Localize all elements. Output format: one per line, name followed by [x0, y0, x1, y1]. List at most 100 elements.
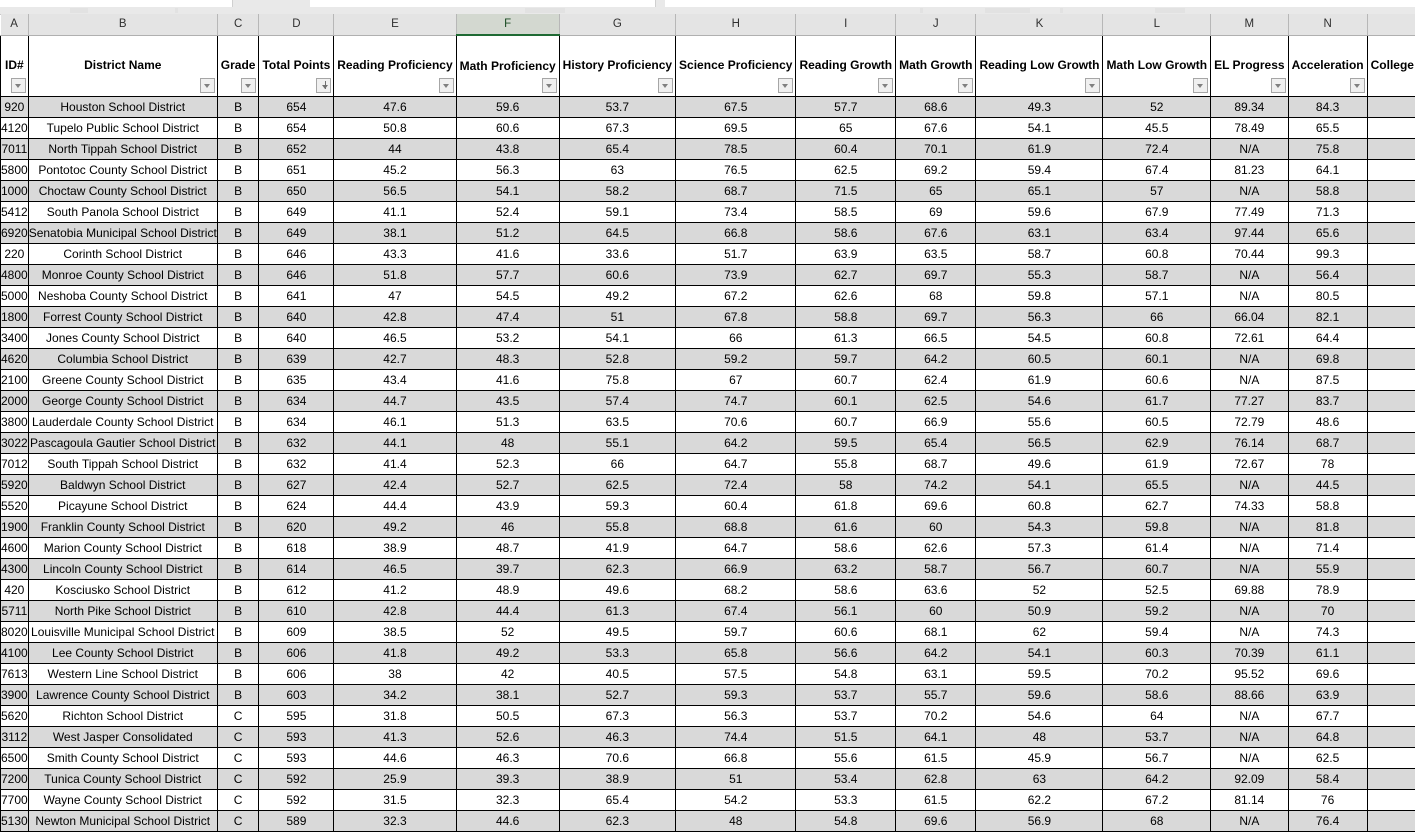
cell-e[interactable]: 43.4 [334, 370, 456, 391]
cell-j[interactable]: 58.7 [896, 559, 976, 580]
cell-j[interactable]: 62.5 [896, 391, 976, 412]
cell-e[interactable]: 44 [334, 139, 456, 160]
cell-d[interactable]: 646 [259, 244, 334, 265]
cell-b[interactable]: West Jasper Consolidated [28, 727, 217, 748]
cell-f[interactable]: 39.7 [456, 559, 559, 580]
cell-f[interactable]: 52.6 [456, 727, 559, 748]
cell-d[interactable]: 593 [259, 727, 334, 748]
cell-d[interactable]: 640 [259, 328, 334, 349]
cell-o[interactable]: 34.4 [1367, 202, 1415, 223]
cell-j[interactable]: 68.6 [896, 97, 976, 118]
cell-c[interactable]: B [217, 244, 259, 265]
cell-k[interactable]: 54.5 [976, 328, 1103, 349]
cell-b[interactable]: Franklin County School District [28, 517, 217, 538]
cell-n[interactable]: 78 [1288, 454, 1367, 475]
cell-m[interactable]: 74.33 [1211, 496, 1288, 517]
cell-j[interactable]: 63.1 [896, 664, 976, 685]
cell-f[interactable]: 54.1 [456, 181, 559, 202]
cell-j[interactable]: 69.7 [896, 307, 976, 328]
cell-a[interactable]: 4800 [1, 265, 29, 286]
cell-c[interactable]: B [217, 622, 259, 643]
cell-k[interactable]: 48 [976, 727, 1103, 748]
column-header-i[interactable]: I [796, 14, 896, 35]
cell-a[interactable]: 4620 [1, 349, 29, 370]
cell-b[interactable]: Pontotoc County School District [28, 160, 217, 181]
cell-b[interactable]: George County School District [28, 391, 217, 412]
cell-m[interactable]: N/A [1211, 601, 1288, 622]
cell-g[interactable]: 52.7 [559, 685, 675, 706]
cell-m[interactable]: 72.67 [1211, 454, 1288, 475]
cell-a[interactable]: 5620 [1, 706, 29, 727]
cell-a[interactable]: 8020 [1, 622, 29, 643]
cell-e[interactable]: 42.7 [334, 349, 456, 370]
cell-d[interactable]: 592 [259, 790, 334, 811]
cell-h[interactable]: 67.4 [676, 601, 796, 622]
cell-c[interactable]: C [217, 769, 259, 790]
cell-c[interactable]: B [217, 118, 259, 139]
cell-o[interactable]: 31.1 [1367, 685, 1415, 706]
table-row[interactable]: 6500Smith County School DistrictC59344.6… [1, 748, 1415, 769]
cell-c[interactable]: B [217, 181, 259, 202]
cell-m[interactable]: 70.39 [1211, 643, 1288, 664]
cell-o[interactable]: 39.7 [1367, 454, 1415, 475]
cell-m[interactable]: N/A [1211, 559, 1288, 580]
cell-n[interactable]: 75.8 [1288, 139, 1367, 160]
cell-e[interactable]: 47 [334, 286, 456, 307]
cell-f[interactable]: 49.2 [456, 643, 559, 664]
cell-c[interactable]: B [217, 160, 259, 181]
cell-o[interactable]: 32.1 [1367, 475, 1415, 496]
cell-j[interactable]: 65.4 [896, 433, 976, 454]
cell-n[interactable]: 68.7 [1288, 433, 1367, 454]
cell-d[interactable]: 635 [259, 370, 334, 391]
column-header-g[interactable]: G [559, 14, 675, 35]
cell-i[interactable]: 53.4 [796, 769, 896, 790]
cell-k[interactable]: 49.3 [976, 97, 1103, 118]
cell-i[interactable]: 58.6 [796, 538, 896, 559]
cell-o[interactable]: 30.5 [1367, 517, 1415, 538]
cell-f[interactable]: 51.2 [456, 223, 559, 244]
cell-d[interactable]: 606 [259, 664, 334, 685]
cell-l[interactable]: 57.1 [1103, 286, 1211, 307]
cell-k[interactable]: 62.2 [976, 790, 1103, 811]
cell-d[interactable]: 593 [259, 748, 334, 769]
cell-d[interactable]: 649 [259, 202, 334, 223]
cell-c[interactable]: B [217, 223, 259, 244]
cell-a[interactable]: 220 [1, 244, 29, 265]
cell-k[interactable]: 59.6 [976, 202, 1103, 223]
cell-h[interactable]: 69.5 [676, 118, 796, 139]
cell-i[interactable]: 65 [796, 118, 896, 139]
cell-k[interactable]: 54.3 [976, 517, 1103, 538]
cell-e[interactable]: 46.1 [334, 412, 456, 433]
table-row[interactable]: 5412South Panola School DistrictB64941.1… [1, 202, 1415, 223]
cell-c[interactable]: B [217, 475, 259, 496]
cell-h[interactable]: 60.4 [676, 496, 796, 517]
cell-a[interactable]: 4100 [1, 643, 29, 664]
cell-i[interactable]: 71.5 [796, 181, 896, 202]
cell-d[interactable]: 646 [259, 265, 334, 286]
cell-d[interactable]: 640 [259, 307, 334, 328]
table-row[interactable]: 1000Choctaw County School DistrictB65056… [1, 181, 1415, 202]
cell-h[interactable]: 67.8 [676, 307, 796, 328]
filter-dropdown-icon-k[interactable] [1085, 78, 1100, 93]
cell-c[interactable]: B [217, 391, 259, 412]
cell-e[interactable]: 44.7 [334, 391, 456, 412]
cell-n[interactable]: 58.8 [1288, 496, 1367, 517]
cell-l[interactable]: 67.4 [1103, 160, 1211, 181]
cell-g[interactable]: 58.2 [559, 181, 675, 202]
cell-c[interactable]: B [217, 307, 259, 328]
cell-e[interactable]: 42.8 [334, 307, 456, 328]
cell-h[interactable]: 59.3 [676, 685, 796, 706]
cell-d[interactable]: 652 [259, 139, 334, 160]
cell-e[interactable]: 41.2 [334, 580, 456, 601]
cell-m[interactable]: 72.79 [1211, 412, 1288, 433]
cell-a[interactable]: 920 [1, 97, 29, 118]
cell-f[interactable]: 44.4 [456, 601, 559, 622]
cell-o[interactable]: 44.9 [1367, 307, 1415, 328]
cell-j[interactable]: 60 [896, 601, 976, 622]
cell-b[interactable]: Baldwyn School District [28, 475, 217, 496]
cell-f[interactable]: 54.5 [456, 286, 559, 307]
cell-i[interactable]: 60.6 [796, 622, 896, 643]
table-row[interactable]: 7200Tunica County School DistrictC59225.… [1, 769, 1415, 790]
cell-c[interactable]: B [217, 601, 259, 622]
table-row[interactable]: 2100Greene County School DistrictB63543.… [1, 370, 1415, 391]
